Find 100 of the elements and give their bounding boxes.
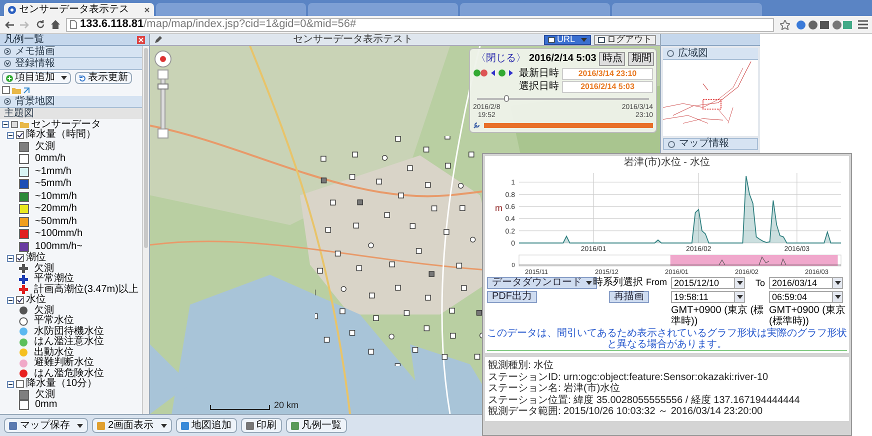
info-line: 観測データ範囲: 2015/10/26 10:03:32 ～ 2016/03/14 23:20:00 [488, 406, 764, 418]
legend-label: ~5mm/h [35, 179, 72, 190]
slider-thumb[interactable] [504, 95, 510, 102]
scale-label: 20 km [274, 401, 299, 410]
toolbar-button[interactable]: 凡例一覧 [286, 418, 347, 433]
checkbox[interactable] [16, 296, 24, 304]
tree-label[interactable]: 水位 [26, 295, 46, 306]
mode-button[interactable]: 時点 [599, 52, 626, 66]
pdf-button[interactable]: PDF出力 [487, 291, 537, 303]
window-icon [548, 36, 555, 42]
star-icon[interactable] [780, 20, 790, 30]
redraw-button[interactable]: 再描画 [609, 291, 649, 303]
from-label: From [646, 278, 667, 288]
y-axis-label: m [495, 203, 502, 213]
toolbar-button[interactable]: 2画面表示 [92, 418, 172, 433]
timezone-label: GMT+0900 (東京 (標準時)) [671, 305, 765, 327]
globe-icon [8, 6, 16, 14]
legend-label: 平常水位 [34, 316, 74, 326]
mode-button[interactable]: 期間 [628, 52, 654, 66]
collapse-icon[interactable] [7, 132, 14, 139]
folder-icon [12, 86, 21, 94]
legend-label: 欠測 [35, 142, 55, 152]
field-label: 最新日時 [519, 69, 559, 79]
theme-label: 主題図 [0, 108, 142, 119]
collapse-icon[interactable] [7, 254, 14, 262]
section-header[interactable]: 広域図 [663, 48, 758, 60]
time-slider[interactable] [477, 95, 649, 102]
checkbox[interactable] [16, 131, 24, 140]
section-header[interactable]: 登録情報 [0, 58, 142, 70]
toolbar-button[interactable]: 地図追加 [176, 418, 237, 433]
toolbar-button[interactable]: 項目追加 [2, 72, 71, 84]
window-icon [598, 36, 605, 42]
legend-label: 避難判断水位 [34, 358, 94, 368]
legend-label: ~20mm/h [35, 204, 77, 214]
info-line: ステーションID: urn:ogc:object:feature:Sensor:okazaki:river-10 [488, 372, 770, 382]
reload-icon[interactable] [36, 20, 45, 29]
tool-icon [9, 422, 17, 430]
checkbox[interactable] [16, 380, 24, 388]
collapse-icon[interactable] [7, 380, 14, 388]
legend-label: はん濫危険水位 [34, 368, 104, 379]
section-header[interactable]: メモ描画 [0, 46, 142, 58]
legend-label: ~100mm/h [35, 229, 83, 240]
home-icon[interactable] [51, 20, 60, 29]
checkbox[interactable] [2, 86, 10, 94]
legend-label: 計画高潮位(3.47m)以上 [34, 284, 138, 295]
date-select[interactable]: 2016/03/14 [769, 277, 843, 289]
timezone-label: GMT+0900 (東京 (標準時)) [769, 305, 846, 327]
checkbox[interactable] [16, 254, 24, 262]
extension-icons-drawing[interactable] [796, 20, 852, 30]
collapse-icon[interactable] [2, 121, 9, 128]
section-title: メモ描画 [15, 46, 55, 56]
tree-label[interactable]: 潮位 [26, 253, 46, 264]
datetime-field: 2016/3/14 23:10 [562, 68, 653, 80]
chart-title: 岩津(市)水位 - 水位 [624, 156, 710, 169]
close-link[interactable]: 〈閉じる〉 [476, 54, 526, 64]
zoom-control-drawing[interactable] [154, 50, 172, 140]
scrollbar[interactable] [142, 46, 149, 414]
date-select[interactable]: 19:58:11 [671, 291, 745, 303]
field-label: 選択日時 [519, 82, 559, 92]
legend-label: 0mm/h [35, 154, 66, 164]
header-button[interactable]: ログアウト [594, 34, 656, 44]
tool-icon [246, 422, 254, 430]
menu-icon[interactable] [858, 20, 868, 29]
tree-label[interactable]: センサーデータ [31, 120, 101, 130]
layer-icon [11, 121, 18, 128]
caret-icon [736, 281, 742, 285]
date-select[interactable]: 06:59:04 [769, 291, 843, 303]
map-title: センサーデータ表示テスト [292, 34, 414, 44]
to-label: To [754, 278, 765, 288]
legend-label: 平常潮位 [34, 274, 74, 284]
address-bar[interactable]: 133.6.118.81/map/map/index.jsp?cid=1&gid=0&mid=56# [66, 18, 774, 32]
header-button[interactable]: URL [544, 34, 591, 44]
folder-icon [20, 121, 29, 128]
link-icon[interactable] [23, 86, 30, 94]
toolbar-button[interactable]: 印刷 [240, 418, 282, 433]
legend-label: 水防団待機水位 [34, 326, 104, 337]
info-line: 観測種別: 水位 [488, 360, 555, 372]
collapse-icon[interactable] [7, 296, 14, 304]
wrench-icon[interactable] [473, 122, 480, 129]
legend-label: 欠測 [34, 306, 54, 316]
legend-label: ~1mm/h [35, 166, 72, 177]
browser-tab[interactable]: センサーデータ表示テス [4, 3, 154, 16]
section-header[interactable]: 背景地図 [0, 96, 142, 108]
info-line: ステーション名: 岩津(市)水位 [488, 383, 622, 394]
legend-label: ~10mm/h [35, 192, 77, 202]
tool-icon [290, 422, 299, 430]
tree-label[interactable]: 降水量（時間） [26, 130, 96, 140]
legend-label: はん濫注意水位 [34, 337, 104, 348]
date-select[interactable]: 2015/12/10 [671, 277, 745, 289]
tree-label[interactable]: 降水量（10分） [26, 379, 98, 390]
legend-label: 100mm/h~ [35, 242, 83, 252]
close-icon[interactable] [144, 6, 150, 12]
toolbar-button[interactable]: 表示更新 [75, 72, 132, 84]
tab-title: センサーデータ表示テス [19, 4, 130, 14]
playback-controls-drawing[interactable] [473, 68, 515, 78]
back-icon[interactable] [4, 20, 14, 28]
section-title: マップ情報 [679, 139, 729, 149]
toolbar-button[interactable]: マップ保存 [4, 418, 88, 433]
scale-bar [210, 405, 270, 410]
section-header[interactable]: マップ情報 [663, 138, 758, 150]
